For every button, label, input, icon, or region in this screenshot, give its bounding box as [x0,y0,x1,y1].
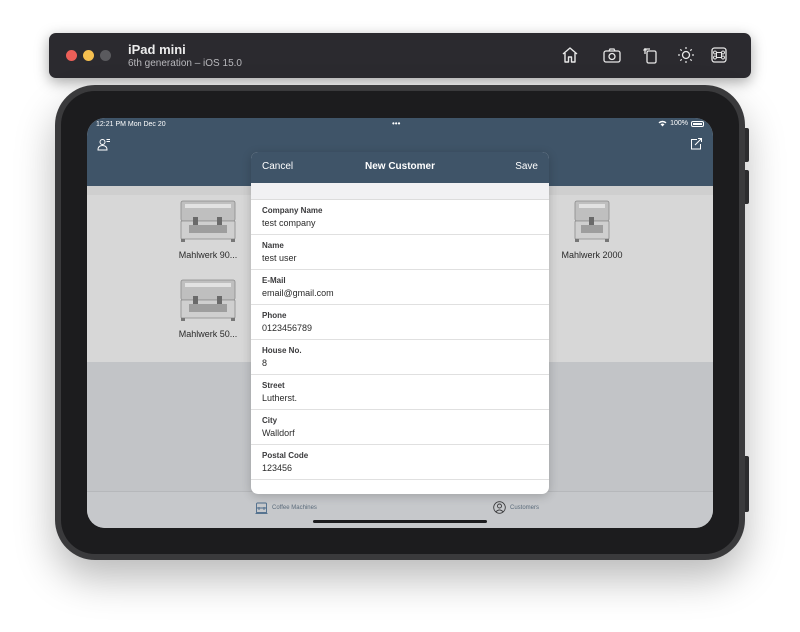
email-field[interactable]: E-Mail email@gmail.com [251,270,549,305]
rotate-icon[interactable] [641,45,661,65]
street-field[interactable]: Street Lutherst. [251,375,549,410]
multitasking-dots[interactable]: ••• [392,119,400,128]
machine-label: Mahlwerk 90... [178,250,238,260]
window-zoom-button[interactable] [100,50,111,61]
coffee-machine-image [177,276,239,322]
status-battery-group: 100% [658,120,704,127]
machine-tile[interactable]: Mahlwerk 90... [163,197,253,260]
new-customer-modal: Cancel New Customer Save Company Name te… [251,152,549,494]
coffee-machine-image [177,197,239,243]
device-side-button [745,456,749,512]
field-label: House No. [262,346,302,355]
field-label: City [262,416,278,425]
field-value[interactable]: 0123456789 [262,323,312,333]
machine-label: Mahlwerk 50... [178,329,238,339]
company-name-field[interactable]: Company Name test company [251,200,549,235]
window-close-button[interactable] [66,50,77,61]
modal-title: New Customer [364,161,435,172]
battery-icon [691,120,704,127]
wifi-icon [658,120,667,127]
simulator-toolbar: iPad mini 6th generation – iOS 15.0 [49,33,751,78]
modal-header: Cancel New Customer Save [251,152,549,183]
field-value[interactable]: 123456 [262,463,292,473]
phone-field[interactable]: Phone 0123456789 [251,305,549,340]
home-icon[interactable] [560,45,580,65]
coffee-machine-image [561,197,623,243]
tab-label: Customers [510,504,540,511]
keyboard-shortcut-icon[interactable] [709,45,729,65]
field-label: Phone [262,311,287,320]
name-field[interactable]: Name test user [251,235,549,270]
window-minimize-button[interactable] [83,50,94,61]
tab-label: Coffee Machines [272,504,317,511]
share-icon[interactable] [689,137,703,151]
save-button[interactable]: Save [515,161,538,172]
field-label: Name [262,241,284,250]
field-value[interactable]: 8 [262,358,267,368]
customer-form: Company Name test company Name test user… [251,200,549,480]
field-value[interactable]: test company [262,218,316,228]
person-settings-icon[interactable] [97,137,111,151]
machine-label: Mahlwerk 2000 [561,250,623,260]
house-number-field[interactable]: House No. 8 [251,340,549,375]
field-label: Street [262,381,285,390]
device-side-button [745,170,749,204]
city-field[interactable]: City Walldorf [251,410,549,445]
modal-section-spacer [251,183,549,200]
home-indicator[interactable] [313,520,487,523]
battery-percent: 100% [670,120,688,127]
status-time: 12:21 PM Mon Dec 20 [96,121,166,128]
field-label: E-Mail [262,276,286,285]
machine-tile[interactable]: Mahlwerk 2000 [547,197,637,260]
machine-tile[interactable]: Mahlwerk 50... [163,276,253,339]
field-value[interactable]: email@gmail.com [262,288,334,298]
tab-coffee-machines[interactable]: Coffee Machines [255,501,317,514]
field-value[interactable]: Walldorf [262,428,295,438]
person-circle-icon [493,501,506,514]
field-value[interactable]: Lutherst. [262,393,297,403]
field-value[interactable]: test user [262,253,297,263]
coffee-machine-icon [255,501,268,514]
appearance-icon[interactable] [676,45,696,65]
screenshot-icon[interactable] [602,45,622,65]
postal-code-field[interactable]: Postal Code 123456 [251,445,549,480]
device-side-button [745,128,749,162]
tab-customers[interactable]: Customers [493,501,539,514]
simulator-device-subtitle: 6th generation – iOS 15.0 [128,58,242,69]
simulator-device-name: iPad mini [128,42,186,57]
field-label: Postal Code [262,451,309,460]
field-label: Company Name [262,206,323,215]
